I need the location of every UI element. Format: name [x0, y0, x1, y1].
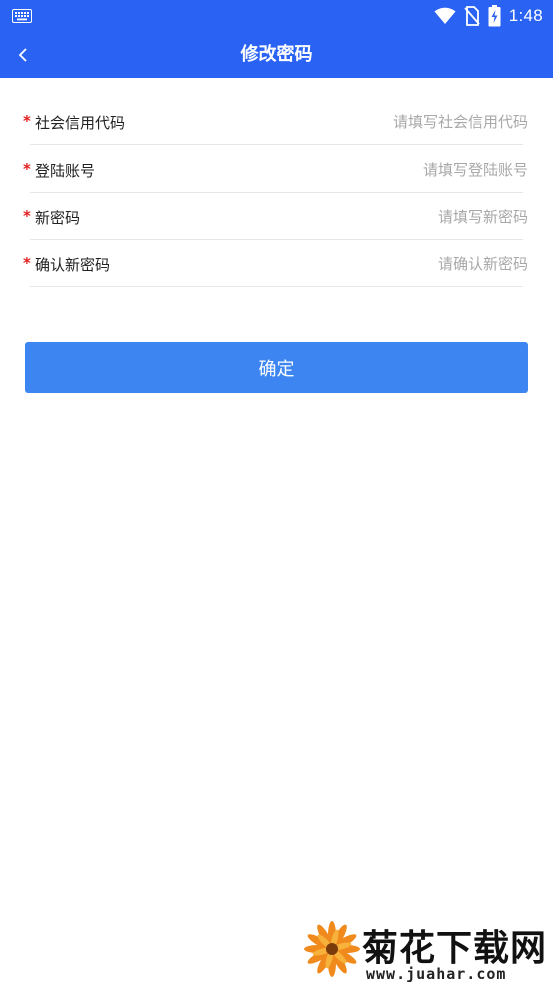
watermark-brand: 菊花下载网 [362, 928, 548, 969]
required-mark: * [23, 160, 31, 178]
credit-code-row: * 社会信用代码 [23, 101, 528, 145]
app-bar: 修改密码 [0, 32, 553, 78]
clock-time: 1:48 [508, 6, 543, 25]
required-mark: * [23, 254, 31, 272]
confirm-password-row: * 确认新密码 [23, 243, 528, 287]
confirm-password-input[interactable] [268, 249, 528, 279]
account-input[interactable] [268, 155, 528, 185]
account-label: 登陆账号 [35, 162, 96, 180]
confirm-password-label: 确认新密码 [35, 256, 111, 274]
new-password-label: 新密码 [35, 209, 81, 227]
watermark-url: www.juahar.com [366, 965, 507, 983]
flower-logo-icon [304, 921, 360, 977]
new-password-input[interactable] [268, 202, 528, 232]
system-icons: 1:48 [434, 4, 543, 28]
confirm-button[interactable]: 确定 [25, 342, 528, 393]
no-sim-icon [464, 6, 480, 26]
keyboard-icon [12, 9, 32, 23]
required-mark: * [23, 112, 31, 130]
account-row: * 登陆账号 [23, 149, 528, 193]
required-mark: * [23, 207, 31, 225]
credit-code-label: 社会信用代码 [35, 114, 126, 132]
watermark: 菊花下载网 www.juahar.com [300, 915, 553, 983]
status-bar: 1:48 [0, 0, 553, 32]
battery-charging-icon [488, 5, 501, 27]
credit-code-input[interactable] [268, 107, 528, 137]
wifi-icon [434, 7, 456, 24]
new-password-row: * 新密码 [23, 196, 528, 240]
page-title: 修改密码 [240, 44, 313, 65]
